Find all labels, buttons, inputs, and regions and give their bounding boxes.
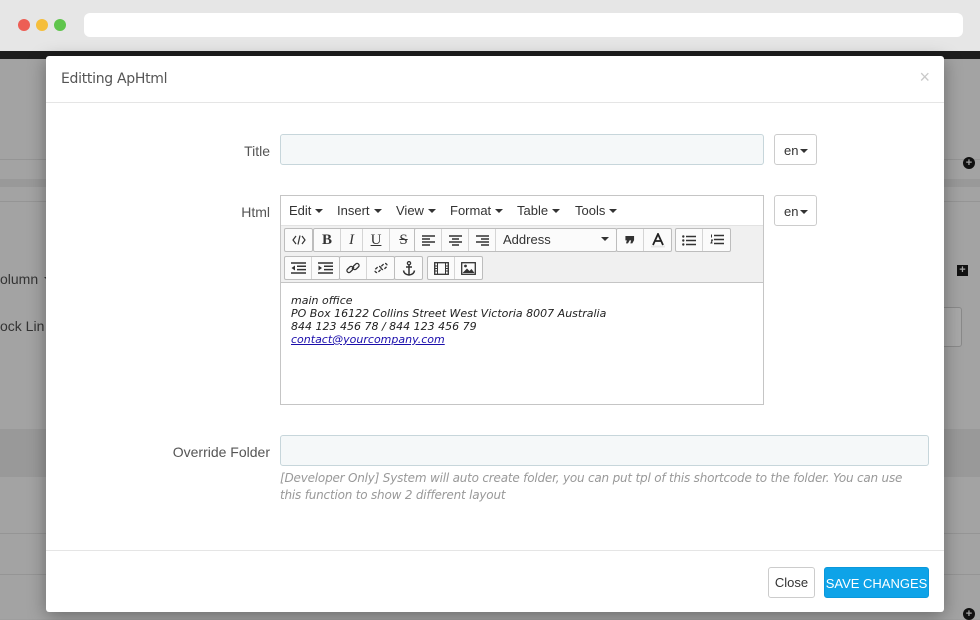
override-folder-help: [Developer Only] System will auto create… xyxy=(280,471,903,502)
text-color-icon[interactable] xyxy=(644,229,671,251)
html-language-dropdown[interactable]: en xyxy=(774,195,817,226)
indent-icon[interactable] xyxy=(312,257,339,279)
anchor-icon[interactable] xyxy=(395,257,422,279)
html-label: Html xyxy=(241,204,270,220)
link-icon[interactable] xyxy=(340,257,367,279)
modal-header: Editting ApHtml × xyxy=(46,56,944,103)
outdent-icon[interactable] xyxy=(285,257,312,279)
toolbar-group-anchor xyxy=(394,256,423,280)
strikethrough-icon[interactable]: S xyxy=(390,229,417,251)
modal-footer: Close SAVE CHANGES xyxy=(46,550,944,612)
toolbar-group-quote: ❞ xyxy=(616,228,672,256)
browser-chrome xyxy=(0,0,980,51)
align-center-icon[interactable] xyxy=(442,229,469,251)
video-icon[interactable] xyxy=(428,257,455,279)
underline-icon[interactable]: U xyxy=(363,229,390,251)
title-label: Title xyxy=(244,143,270,159)
editor-content[interactable]: main office PO Box 16122 Collins Street … xyxy=(281,284,763,404)
toolbar-group-link xyxy=(339,256,395,280)
window-close-dot[interactable] xyxy=(18,19,30,31)
window-maximize-dot[interactable] xyxy=(54,19,66,31)
chevron-down-icon xyxy=(800,209,809,214)
modal-title: Editting ApHtml xyxy=(61,71,168,87)
source-code-icon[interactable] xyxy=(285,229,312,251)
numbered-list-icon[interactable] xyxy=(703,229,730,251)
close-icon[interactable]: × xyxy=(919,68,930,86)
chevron-down-icon xyxy=(601,237,609,241)
italic-icon[interactable]: I xyxy=(341,229,363,251)
menu-tools[interactable]: Tools xyxy=(575,203,618,218)
toolbar-group-media xyxy=(427,256,483,280)
override-folder-input[interactable] xyxy=(280,435,929,466)
bg-add-circle-icon: + xyxy=(963,157,975,169)
bullet-list-icon[interactable] xyxy=(676,229,703,251)
menu-table[interactable]: Table xyxy=(517,203,561,218)
html-editor: Edit Insert View Format Table Tools B I … xyxy=(280,195,764,405)
chevron-down-icon xyxy=(800,148,809,153)
close-button[interactable]: Close xyxy=(768,567,815,598)
toolbar-group-indent xyxy=(284,256,340,280)
bg-plus-icon: + xyxy=(957,265,968,276)
unlink-icon[interactable] xyxy=(367,257,394,279)
bg-add-circle-icon: + xyxy=(963,608,975,620)
title-input[interactable] xyxy=(280,134,764,165)
save-changes-button[interactable]: SAVE CHANGES xyxy=(824,567,929,598)
content-line: PO Box 16122 Collins Street West Victori… xyxy=(291,307,607,320)
bg-column-dropdown: olumn xyxy=(0,271,53,287)
menu-format[interactable]: Format xyxy=(450,203,504,218)
menu-view[interactable]: View xyxy=(396,203,436,218)
override-folder-label: Override Folder xyxy=(172,444,270,460)
email-link[interactable]: contact@yourcompany.com xyxy=(291,333,445,346)
title-language-dropdown[interactable]: en xyxy=(774,134,817,165)
content-line: main office xyxy=(291,294,353,307)
menu-edit[interactable]: Edit xyxy=(289,203,324,218)
image-icon[interactable] xyxy=(455,257,482,279)
bg-row-label: ock Lin xyxy=(0,318,45,334)
toolbar-group-lists xyxy=(675,228,731,252)
toolbar-group-align: Address xyxy=(414,228,617,252)
window-minimize-dot[interactable] xyxy=(36,19,48,31)
editor-toolbar: B I U S Address ❞ xyxy=(281,225,763,283)
bold-icon[interactable]: B xyxy=(314,229,341,251)
edit-aphtml-modal: Editting ApHtml × Title en Html en Edit … xyxy=(46,56,944,612)
blockquote-icon[interactable]: ❞ xyxy=(617,229,644,256)
align-right-icon[interactable] xyxy=(469,229,496,251)
content-line: 844 123 456 78 / 844 123 456 79 xyxy=(291,320,477,333)
toolbar-group-text: B I U S xyxy=(313,228,418,252)
editor-menubar: Edit Insert View Format Table Tools xyxy=(281,196,763,225)
toolbar-group-code xyxy=(284,228,313,252)
menu-insert[interactable]: Insert xyxy=(337,203,382,218)
address-bar[interactable] xyxy=(84,13,963,37)
align-left-icon[interactable] xyxy=(415,229,442,251)
format-select[interactable]: Address xyxy=(496,229,616,251)
